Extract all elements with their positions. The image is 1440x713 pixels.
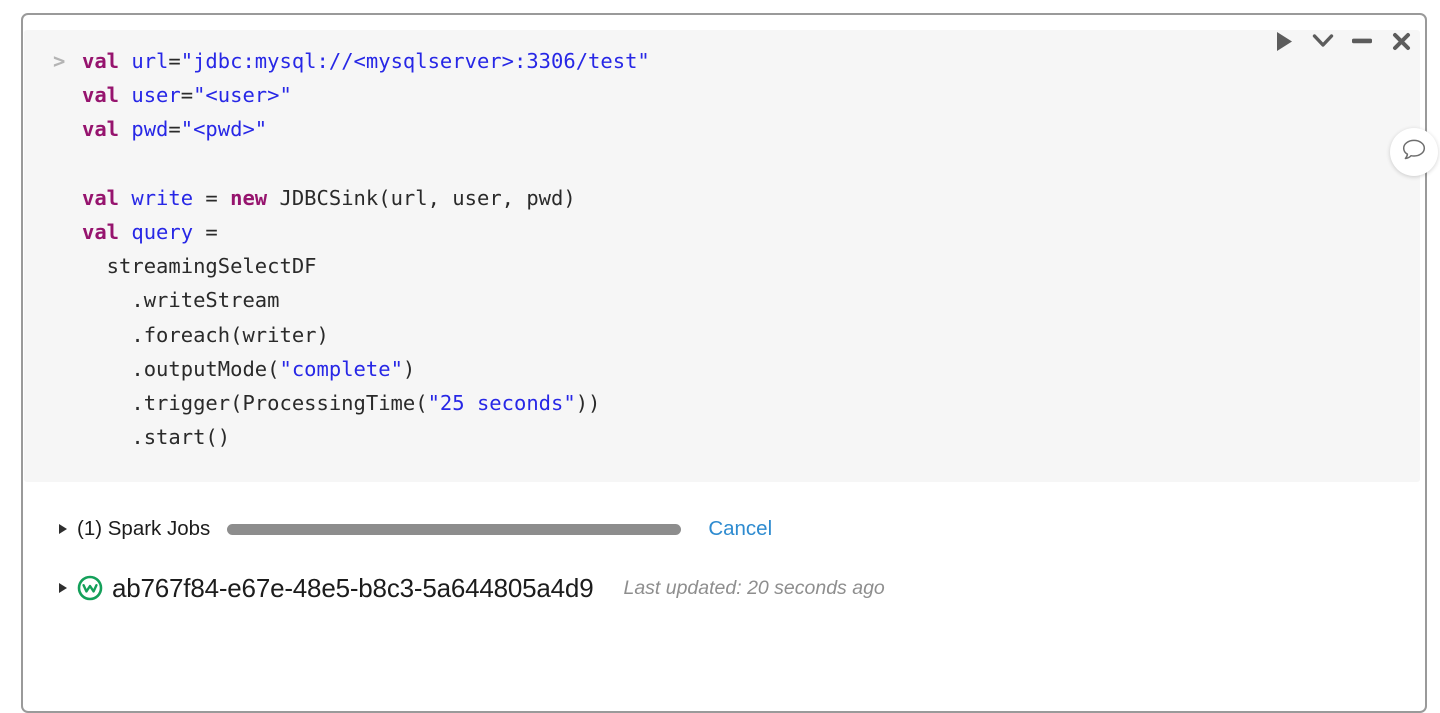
minimize-cell-button[interactable] — [1350, 29, 1374, 53]
code-line: .foreach(writer) — [24, 318, 1420, 352]
code-token: pwd — [131, 117, 168, 141]
code-token: = — [181, 83, 193, 107]
code-token: ) — [403, 357, 415, 381]
code-line: .outputMode("complete") — [24, 352, 1420, 386]
cancel-job-link[interactable]: Cancel — [708, 517, 772, 541]
code-line: .trigger(ProcessingTime("25 seconds")) — [24, 386, 1420, 420]
code-token: "<user>" — [193, 83, 292, 107]
minus-icon — [1351, 37, 1373, 45]
spark-jobs-disclosure-icon[interactable] — [59, 524, 67, 534]
code-token: .writeStream — [82, 288, 279, 312]
code-token: .trigger(ProcessingTime( — [82, 391, 428, 415]
code-token: "25 seconds" — [428, 391, 576, 415]
code-token: "complete" — [279, 357, 402, 381]
close-cell-button[interactable] — [1389, 29, 1413, 53]
spark-jobs-label: (1) Spark Jobs — [77, 517, 210, 541]
comment-button[interactable] — [1390, 128, 1438, 176]
code-token — [119, 49, 131, 73]
stream-query-id: ab767f84-e67e-48e5-b8c3-5a644805a4d9 — [112, 573, 593, 604]
code-line: streamingSelectDF — [24, 249, 1420, 283]
code-token: val — [82, 117, 119, 141]
code-token: = — [168, 117, 180, 141]
code-line: .writeStream — [24, 283, 1420, 317]
code-token — [119, 117, 131, 141]
notebook-cell: >val url="jdbc:mysql://<mysqlserver>:330… — [21, 13, 1427, 713]
code-token: new — [230, 186, 267, 210]
code-line: val user="<user>" — [24, 78, 1420, 112]
code-token: val — [82, 49, 119, 73]
code-token: = — [193, 220, 218, 244]
run-cell-button[interactable] — [1272, 29, 1296, 53]
code-line: > val url="jdbc:mysql://<mysqlserver>:330… — [24, 44, 1420, 78]
code-lines: >val url="jdbc:mysql://<mysqlserver>:330… — [24, 44, 1420, 454]
stream-disclosure-icon[interactable] — [59, 583, 67, 593]
code-line: val write = new JDBCSink(url, user, pwd) — [24, 181, 1420, 215]
spark-jobs-row[interactable]: (1) Spark Jobs Cancel — [23, 502, 1425, 556]
stream-active-icon — [77, 575, 103, 601]
code-editor[interactable]: >val url="jdbc:mysql://<mysqlserver>:330… — [24, 30, 1420, 482]
code-token — [119, 220, 131, 244]
code-token: user — [131, 83, 180, 107]
code-token: streamingSelectDF — [82, 254, 317, 278]
cell-menu-button[interactable] — [1311, 29, 1335, 53]
code-line: val query = — [24, 215, 1420, 249]
code-token: )) — [576, 391, 601, 415]
code-line: val pwd="<pwd>" — [24, 112, 1420, 146]
chevron-down-icon — [1312, 33, 1334, 49]
code-token: .outputMode( — [82, 357, 279, 381]
code-token: query — [131, 220, 193, 244]
code-token: = — [168, 49, 180, 73]
code-token: val — [82, 83, 119, 107]
code-token: JDBCSink(url, user, pwd) — [267, 186, 576, 210]
spark-jobs-progress-bar — [227, 524, 681, 535]
code-token — [119, 83, 131, 107]
cell-toolbar — [1272, 29, 1413, 53]
close-icon — [1392, 32, 1411, 51]
code-token: url — [131, 49, 168, 73]
cell-results: (1) Spark Jobs Cancel ab767f84-e67e-48e5… — [23, 502, 1425, 620]
code-token: write — [131, 186, 193, 210]
code-token: val — [82, 220, 119, 244]
code-token: .foreach(writer) — [82, 323, 329, 347]
code-line — [24, 147, 1420, 181]
code-token: val — [82, 186, 119, 210]
stream-last-updated: Last updated: 20 seconds ago — [623, 577, 884, 600]
code-token: = — [193, 186, 230, 210]
code-token: "jdbc:mysql://<mysqlserver>:3306/test" — [181, 49, 650, 73]
code-token: .start() — [82, 425, 230, 449]
code-token: "<pwd>" — [181, 117, 267, 141]
comment-bubble-icon — [1402, 138, 1426, 166]
code-line: .start() — [24, 420, 1420, 454]
play-icon — [1275, 31, 1294, 52]
code-token — [119, 186, 131, 210]
stream-status-row[interactable]: ab767f84-e67e-48e5-b8c3-5a644805a4d9 Las… — [23, 556, 1425, 620]
code-prompt: > — [53, 44, 65, 78]
